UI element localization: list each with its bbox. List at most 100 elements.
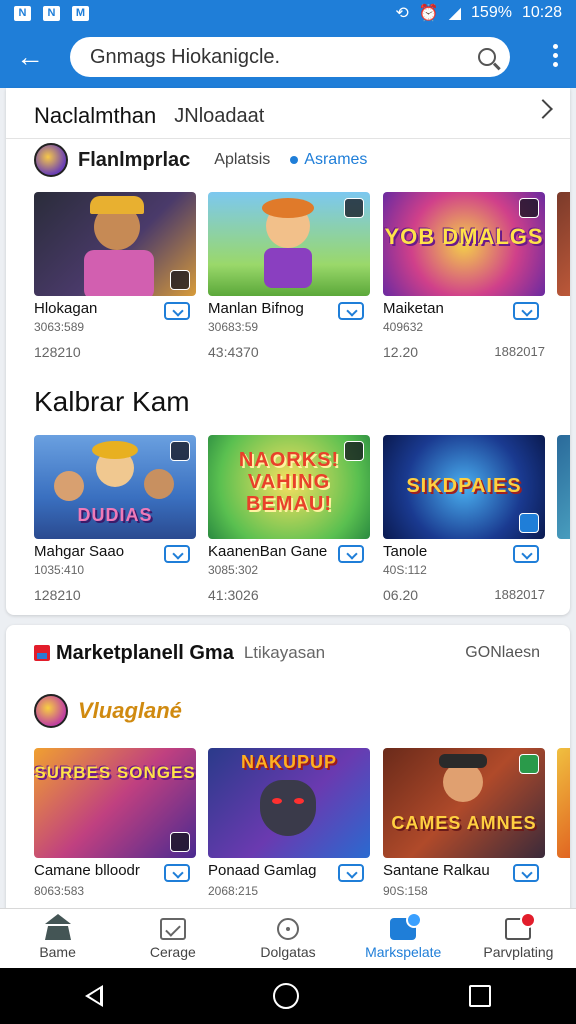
app-meta: 128210 [34,587,81,603]
hat-art [90,196,144,214]
developer-logo [34,143,68,177]
app-tile[interactable]: DUDIAS Mahgar Saao 1035:410 128210 [34,435,196,607]
app-name: Manlan Bifnog [208,300,304,317]
character-eye [272,798,282,804]
app-name: KaanenBan Gane [208,543,328,560]
app-tile[interactable]: NAKUPUP Ponaad Gamlag 2068:215 [208,748,370,908]
nav-category[interactable]: Cerage [115,909,230,969]
hair-art [92,441,138,459]
hair-art [262,198,314,218]
featured-card: Naclalmthan JNloadaat Flanlmprlac Aplats… [6,88,570,615]
mail-icon: M [72,5,89,21]
download-icon[interactable] [513,864,539,882]
download-icon[interactable] [164,545,190,563]
nav-label: Bame [39,944,76,960]
download-icon[interactable] [338,302,364,320]
download-icon[interactable] [164,302,190,320]
download-icon[interactable] [338,545,364,563]
more-options-icon[interactable] [553,44,558,67]
app-thumbnail[interactable]: NAKUPUP [208,748,370,858]
developer-name: Flanlmprlac [78,148,191,171]
app-meta: 43:4370 [208,344,259,360]
developer-row[interactable]: Vluaglané [34,691,182,731]
section-header[interactable]: Naclalmthan JNloadaat [34,96,553,136]
developer-row[interactable]: Flanlmprlac Aplatsis Asrames [34,142,367,178]
home-icon [44,914,71,940]
app-meta: 1882017 [494,587,545,602]
status-bar: N N M ⟲ ⏰ ◢ 159% 10:28 [0,0,576,26]
system-home-icon[interactable] [273,983,299,1009]
games-link[interactable]: Asrames [290,151,367,169]
chevron-right-icon[interactable] [533,99,553,119]
app-thumbnail-partial[interactable] [557,748,570,858]
hat-art [439,754,487,768]
app-tile[interactable]: YOB DMALGS Maiketan 409632 12.20 1882017 [383,192,545,364]
nav-label: Parvplating [483,944,554,960]
app-thumbnail[interactable]: SURBES SONGES [34,748,196,858]
app-thumbnail[interactable] [208,192,370,296]
play-badge-icon [170,832,190,852]
notification-icon: N [43,5,60,21]
section-header[interactable]: Marketplanell Gma Ltikayasan GONlaesn [34,633,550,673]
nav-label: Dolgatas [260,944,316,960]
app-tile[interactable]: Hlokagan 3063:589 128210 [34,192,196,364]
app-thumbnail[interactable]: NAORKS! VAHING BEMAU! [208,435,370,539]
section-subtitle: Ltikayasan [243,643,326,662]
app-tile[interactable]: CAMES AMNES Santane Ralkau 90S:158 [383,748,545,908]
nav-home[interactable]: Bame [0,909,115,969]
search-input[interactable] [88,44,478,70]
app-meta: 41:3026 [208,587,259,603]
download-icon[interactable] [338,864,364,882]
app-thumbnail-partial[interactable] [557,192,570,296]
character-art [144,469,174,499]
app-tile[interactable]: NAORKS! VAHING BEMAU! KaanenBan Gane 308… [208,435,370,607]
character-art [443,762,483,802]
system-navigation-bar [0,968,576,1024]
app-thumbnail[interactable]: DUDIAS [34,435,196,539]
divider [6,138,570,139]
nav-marketplace[interactable]: Markspelate [346,909,461,969]
app-bar: ← [0,26,576,88]
app-thumbnail[interactable]: YOB DMALGS [383,192,545,296]
app-name: Camane blloodr [34,862,140,879]
developer-logo [34,694,68,728]
marketplace-card: Marketplanell Gma Ltikayasan GONlaesn Vl… [6,625,570,915]
download-icon[interactable] [513,545,539,563]
app-tile[interactable]: SURBES SONGES Camane blloodr 8063:583 [34,748,196,908]
see-all-link[interactable]: GONlaesn [465,644,540,662]
system-recents-icon[interactable] [469,985,491,1007]
app-thumbnail[interactable] [34,192,196,296]
section-header-title: Naclalmthan [34,103,157,128]
character-shirt [264,248,312,288]
game-logo-text: SIKDPAIES [406,475,522,497]
nav-payment[interactable]: Parvplating [461,909,576,969]
badge-icon [344,441,364,461]
marketplace-icon [34,645,50,661]
app-tile[interactable]: Manlan Bifnog 30683:59 43:4370 [208,192,370,364]
app-thumbnail-partial[interactable] [557,435,570,539]
download-icon[interactable] [164,864,190,882]
app-meta: 40S:112 [383,563,427,577]
sync-icon: ⟲ [395,5,409,22]
game-logo-text: NAKUPUP [240,752,337,772]
clock: 10:28 [521,4,562,21]
search-box[interactable] [70,37,510,77]
system-back-icon[interactable] [85,985,103,1007]
app-thumbnail[interactable]: SIKDPAIES [383,435,545,539]
character-shirt [84,250,154,296]
apps-link[interactable]: Aplatsis [214,151,270,169]
payment-icon [505,912,537,940]
nav-dolgatas[interactable]: Dolgatas [230,909,345,969]
back-arrow-icon[interactable]: ← [0,26,60,88]
app-tile[interactable]: SIKDPAIES Tanole 40S:112 06.20 1882017 [383,435,545,607]
app-thumbnail[interactable]: CAMES AMNES [383,748,545,858]
download-icon[interactable] [513,302,539,320]
app-meta: 128210 [34,344,81,360]
signal-icon: ◢ [448,5,462,22]
app-meta: 2068:215 [208,884,259,898]
app-name: Maiketan [383,300,444,317]
app-meta: 1035:410 [34,563,85,577]
search-icon[interactable] [478,48,496,66]
bottom-navigation: Bame Cerage Dolgatas Markspelate Parvpla… [0,908,576,969]
app-meta: 409632 [383,320,424,334]
